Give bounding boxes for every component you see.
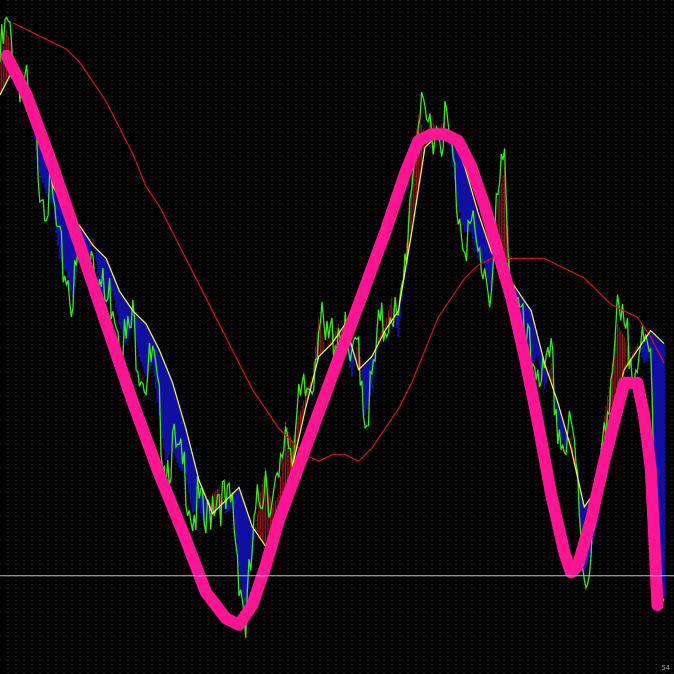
- corner-label: 54: [661, 664, 670, 672]
- chart-area: 54: [0, 0, 674, 674]
- chart-canvas: [0, 0, 674, 674]
